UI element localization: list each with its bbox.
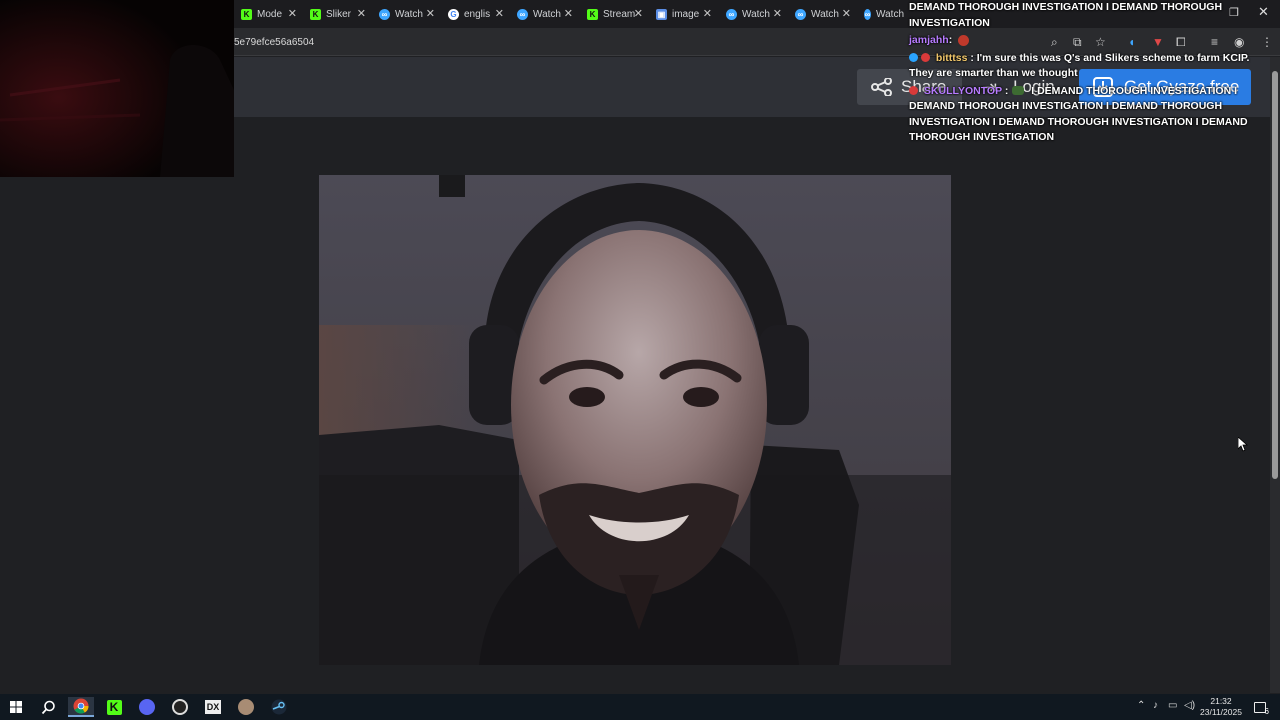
watch-icon: ∞ [379,8,390,20]
chat-separator: : [970,51,974,64]
webcam-overlay [0,0,234,177]
scrollbar-thumb[interactable] [1272,71,1278,479]
browser-tab[interactable]: K Sliker ✕ [310,4,366,24]
taskbar-app-3[interactable] [134,697,160,717]
search-button[interactable] [35,697,61,717]
obs-icon [172,699,188,715]
webcam-feed [0,0,234,177]
chat-message: SKULLYONTOP : I DEMAND THOROUGH INVESTIG… [909,84,1275,146]
tab-label: Stream [603,8,636,20]
chat-username: jamjahh [909,34,949,46]
screen: K Mode ✕ K Sliker ✕ ∞ Watch ✕ G englis ✕… [0,0,1280,720]
search-icon [41,700,55,714]
close-icon[interactable]: ✕ [426,7,435,20]
clock-date: 23/11/2025 [1200,707,1242,717]
close-icon[interactable]: ✕ [703,7,712,20]
url-text[interactable]: 5e79efce56a6504 [234,37,314,48]
chat-message: bitttss : I'm sure this was Q's and Slik… [909,51,1275,82]
gift-badge-icon [921,53,930,63]
tab-label: Watch [533,8,561,20]
close-icon[interactable]: ✕ [357,7,366,20]
steam-icon [271,699,287,715]
taskbar-chrome[interactable] [68,697,94,717]
page-scrollbar[interactable] [1270,57,1280,693]
watch-icon: ∞ [517,8,528,20]
volume-icon[interactable]: ◁) [1184,700,1195,711]
browser-tab[interactable]: ∞ Watch ✕ [517,4,573,24]
close-icon[interactable]: ✕ [842,7,851,20]
browser-tab[interactable]: ▣ image ✕ [656,4,712,24]
taskbar-app-5[interactable]: DX [200,697,226,717]
browser-tab[interactable]: ∞ Watch ✕ [795,4,851,24]
photo-image [319,175,951,665]
taskbar-clock[interactable]: 21:32 23/11/2025 [1195,696,1247,718]
taskbar-app-6[interactable] [233,697,259,717]
watch-icon: ∞ [795,8,806,20]
mouse-cursor-icon [1238,437,1248,452]
chat-separator: : [948,34,953,46]
clock-time: 21:32 [1210,696,1232,706]
start-button[interactable] [3,697,29,717]
image-icon: ▣ [656,8,667,20]
snake-emote-icon [1012,86,1025,96]
chat-separator: : [1004,84,1009,97]
close-icon[interactable]: ✕ [495,7,504,20]
kick-app-icon: K [106,699,122,715]
windows-logo-icon [10,701,22,713]
chat-username: bitttss [935,51,968,64]
windows-taskbar: K DX ⌃ ♪ ▭ ◁) 21:32 23/11/2025 6 [0,694,1280,720]
close-icon[interactable]: ✕ [634,7,643,20]
chat-username: SKULLYONTOP [923,84,1002,97]
app-dx-icon: DX [205,700,221,714]
tab-label: englis [464,8,491,20]
taskbar-app-4[interactable] [167,697,193,717]
close-icon[interactable]: ✕ [288,7,297,20]
rage-emote-icon [958,34,970,46]
kick-icon: K [587,8,598,20]
network-icon[interactable]: ▭ [1168,700,1177,711]
tab-label: Sliker [326,8,352,20]
taskbar-kick[interactable]: K [101,697,127,717]
tab-label: image [672,8,700,20]
share-icon [871,78,892,96]
tab-label: Watch [811,8,839,20]
taskbar-steam[interactable] [266,697,292,717]
kick-icon: K [310,8,321,20]
browser-tab[interactable]: K Stream ✕ [587,4,643,24]
notification-count: 6 [1264,707,1269,716]
shared-photo[interactable] [319,175,951,665]
tab-label: Mode [257,8,283,20]
kick-icon: K [241,8,252,20]
discord-icon [139,699,155,715]
browser-tab[interactable]: ∞ Watch ✕ [726,4,782,24]
browser-tab[interactable]: ∞ Watch ✕ [379,4,435,24]
tray-chevron-icon[interactable]: ⌃ [1137,700,1145,711]
chrome-icon [73,698,89,714]
browser-tab[interactable]: K Mode ✕ [241,4,297,24]
browser-tab[interactable]: ∞ Watch [864,4,904,24]
browser-tab[interactable]: G englis ✕ [448,4,504,24]
notification-center-button[interactable]: 6 [1248,697,1272,717]
close-icon[interactable]: ✕ [773,7,782,20]
subscriber-badge-icon [909,53,918,63]
chat-overlay: DEMAND THOROUGH INVESTIGATION I DEMAND T… [909,0,1275,148]
chat-message-text: DEMAND THOROUGH INVESTIGATION I DEMAND T… [909,1,1223,29]
tab-label: Watch [876,8,904,20]
google-icon: G [448,8,459,20]
chat-message: DEMAND THOROUGH INVESTIGATION I DEMAND T… [909,0,1275,31]
watch-icon: ∞ [864,8,872,20]
close-icon[interactable]: ✕ [564,7,573,20]
app-avatar-icon [238,699,254,715]
microphone-icon[interactable]: ♪ [1153,700,1158,711]
tab-label: Watch [742,8,770,20]
tab-label: Watch [395,8,423,20]
watch-icon: ∞ [726,8,737,20]
chat-message: jamjahh: [909,33,1275,49]
user-badge-icon [909,86,918,96]
